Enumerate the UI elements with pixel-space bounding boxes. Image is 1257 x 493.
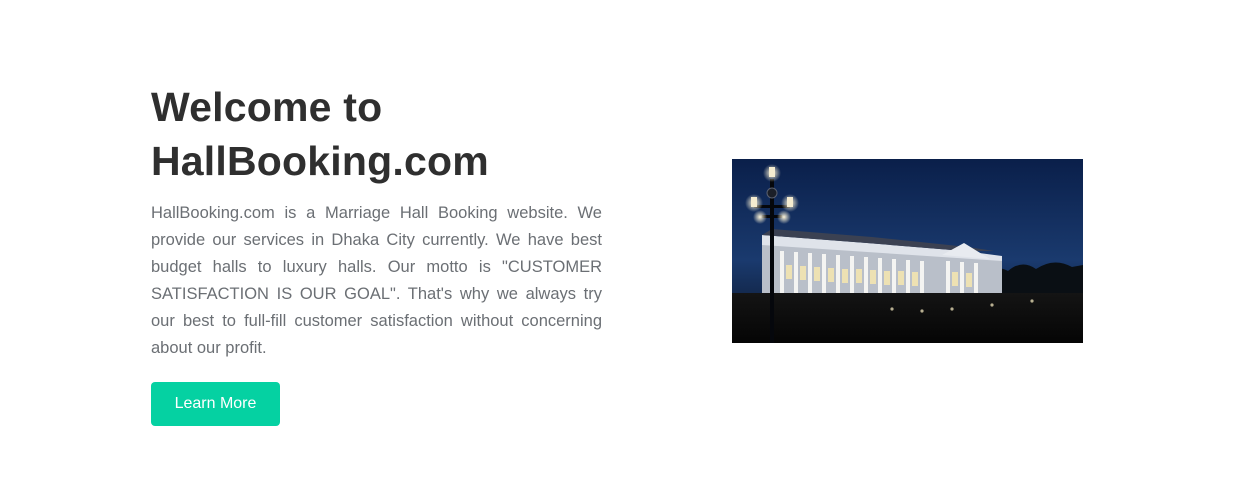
about-section: Welcome to HallBooking.com HallBooking.c… [0, 0, 1257, 493]
heading-line-2: HallBooking.com [151, 138, 489, 184]
hall-photo-illustration [732, 159, 1083, 343]
heading-line-1: Welcome to [151, 84, 383, 130]
learn-more-button[interactable]: Learn More [151, 382, 280, 426]
about-description: HallBooking.com is a Marriage Hall Booki… [151, 204, 602, 357]
about-text-column: Welcome to HallBooking.com HallBooking.c… [151, 80, 602, 362]
page-title: Welcome to HallBooking.com [151, 80, 602, 188]
hall-photo [732, 159, 1083, 343]
